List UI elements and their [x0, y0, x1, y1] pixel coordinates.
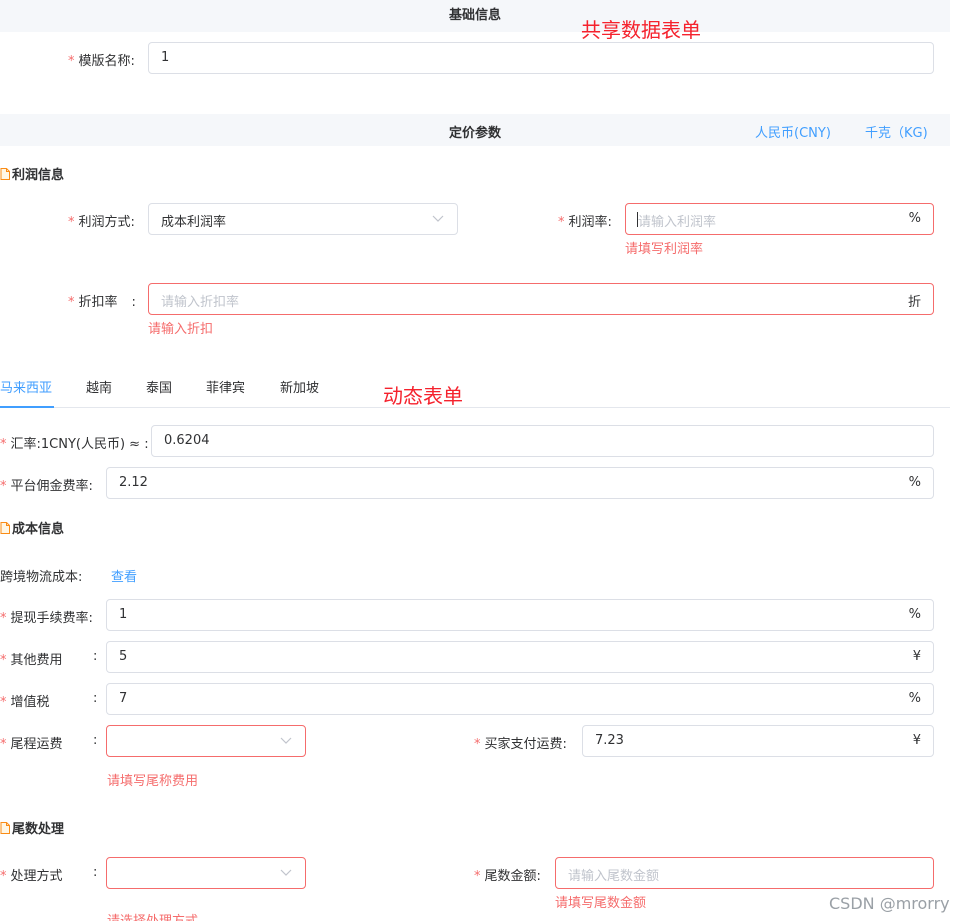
profit-method-label: * 利润方式:: [68, 215, 135, 230]
tab-malaysia[interactable]: 马来西亚: [0, 377, 52, 396]
logistics-view-link[interactable]: 查看: [111, 566, 137, 585]
tab-vietnam[interactable]: 越南: [86, 377, 112, 396]
vat-colon: :: [93, 691, 98, 706]
tail-shipping-label: * 尾程运费: [0, 737, 63, 752]
rounding-heading: 尾数处理: [0, 818, 64, 837]
rounding-amount-label: * 尾数金额:: [474, 869, 541, 884]
tail-shipping-colon: :: [93, 733, 98, 748]
document-icon: [0, 821, 10, 834]
profit-rate-error: 请填写利润率: [625, 242, 704, 257]
rounding-method-colon: :: [93, 865, 98, 880]
buyer-shipping-input[interactable]: 7.23 ¥: [582, 725, 934, 757]
chevron-down-icon: [280, 869, 292, 876]
commission-label: * 平台佣金费率:: [0, 479, 93, 494]
other-fee-input[interactable]: 5 ¥: [106, 641, 934, 673]
cost-heading: 成本信息: [0, 518, 64, 537]
tab-philippines[interactable]: 菲律宾: [206, 377, 245, 396]
profit-rate-input[interactable]: 请输入利润率 %: [625, 203, 934, 235]
rounding-amount-input[interactable]: 请输入尾数金额: [555, 857, 934, 889]
profit-method-select[interactable]: 成本利润率: [148, 203, 458, 235]
tab-singapore[interactable]: 新加坡: [280, 377, 319, 396]
discount-error: 请输入折扣: [148, 322, 214, 337]
profit-rate-label: * 利润率:: [558, 215, 612, 230]
pricing-section-bar: 定价参数 人民币(CNY) 千克（KG): [0, 114, 950, 146]
profit-heading: 利润信息: [0, 164, 64, 183]
chevron-down-icon: [432, 215, 444, 222]
other-fee-label: * 其他费用: [0, 653, 63, 668]
buyer-shipping-label: * 买家支付运费:: [474, 737, 567, 752]
document-icon: [0, 167, 10, 180]
other-fee-colon: :: [93, 649, 98, 664]
shared-form-annotation: 共享数据表单: [581, 18, 701, 42]
vat-label: * 增值税: [0, 695, 50, 710]
rounding-amount-error: 请填写尾数金额: [555, 896, 647, 911]
discount-label: * 折扣率:: [68, 295, 136, 310]
rounding-method-error: 请选择处理方式: [107, 910, 198, 921]
document-icon: [0, 521, 10, 534]
tab-thailand[interactable]: 泰国: [146, 377, 172, 396]
csdn-watermark: CSDN @mrorry: [829, 894, 950, 913]
weight-unit-link[interactable]: 千克（KG): [865, 122, 928, 141]
exchange-rate-label: * 汇率:1CNY(人民币) ≈ :: [0, 437, 149, 452]
withdraw-fee-label: * 提现手续费率:: [0, 611, 93, 626]
rounding-method-label: * 处理方式: [0, 869, 63, 884]
currency-unit-link[interactable]: 人民币(CNY): [755, 122, 831, 141]
tabs-divider: [0, 407, 950, 408]
discount-input[interactable]: 请输入折扣率 折: [148, 283, 934, 315]
active-tab-indicator: [0, 406, 54, 408]
logistics-cost-label: 跨境物流成本:: [0, 570, 83, 585]
template-name-input[interactable]: 1: [148, 42, 934, 74]
commission-input[interactable]: 2.12 %: [106, 467, 934, 499]
template-name-label: * 模版名称:: [68, 54, 135, 69]
dynamic-form-annotation: 动态表单: [383, 384, 463, 408]
basic-info-section-bar: 基础信息: [0, 0, 950, 32]
rounding-method-select[interactable]: [106, 857, 306, 889]
vat-input[interactable]: 7 %: [106, 683, 934, 715]
chevron-down-icon: [280, 737, 292, 744]
tail-shipping-select[interactable]: [106, 725, 306, 757]
basic-info-title: 基础信息: [448, 8, 501, 23]
tail-shipping-error: 请填写尾称费用: [107, 774, 199, 789]
exchange-rate-input[interactable]: 0.6204: [151, 425, 934, 457]
withdraw-fee-input[interactable]: 1 %: [106, 599, 934, 631]
